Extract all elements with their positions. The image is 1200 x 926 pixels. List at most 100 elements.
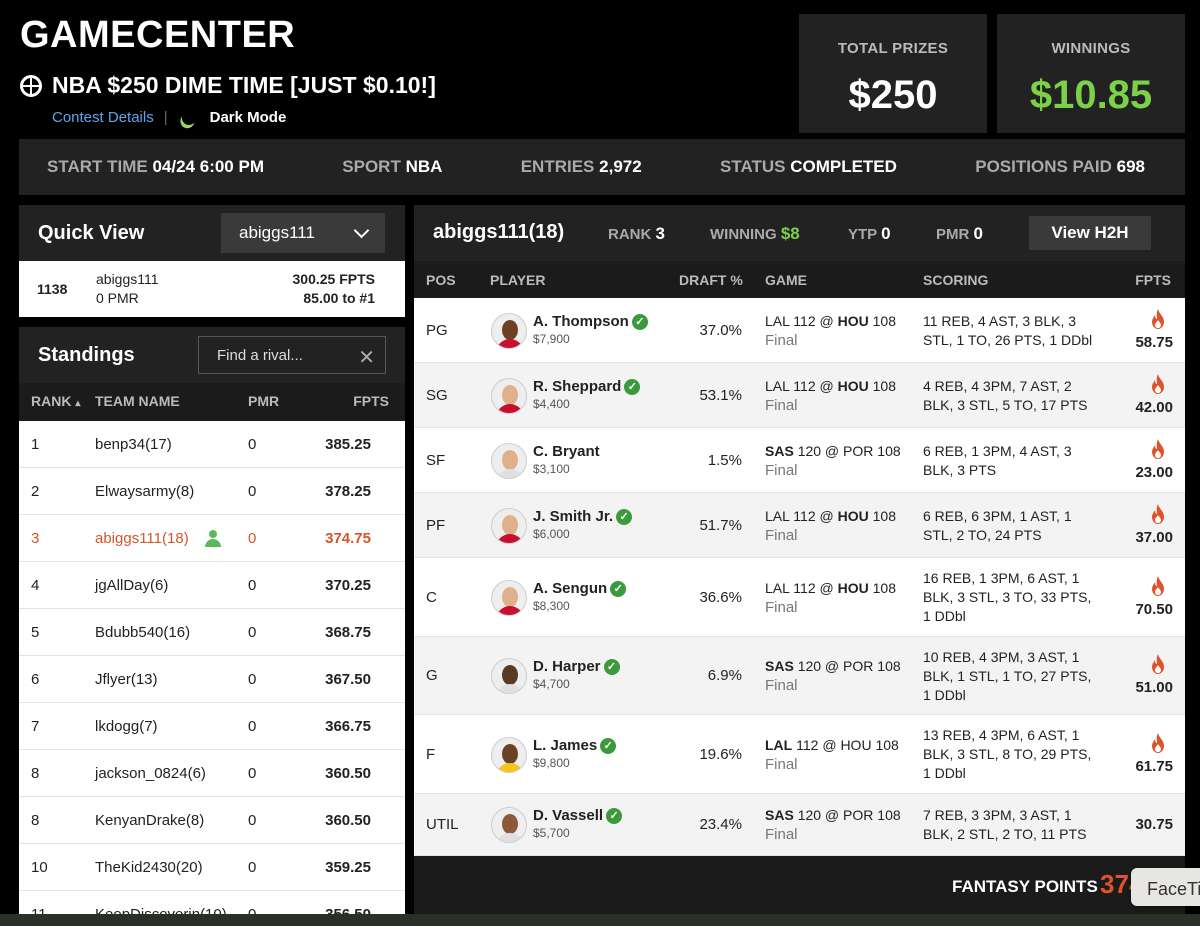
standings-fpts: 385.25 [325, 436, 371, 453]
standings-rank: 7 [31, 718, 40, 735]
lineup-winning: WINNING $8 [710, 224, 800, 243]
winnings-card: WINNINGS $10.85 [997, 14, 1185, 133]
player-fpts: 70.50 [1135, 600, 1173, 618]
player-fpts: 30.75 [1135, 816, 1173, 833]
rival-search-input[interactable]: Find a rival... ✕ [198, 336, 386, 374]
standings-fpts: 366.75 [325, 718, 371, 735]
player-name[interactable]: C. Bryant [533, 443, 600, 460]
player-game: LAL 112 @ HOU 108 [765, 377, 896, 394]
player-draft-pct: 36.6% [699, 588, 742, 606]
player-name[interactable]: J. Smith Jr. ✓ [533, 508, 633, 525]
col-game: GAME [765, 272, 807, 288]
game-status: Final [765, 461, 798, 479]
standings-row[interactable]: 4 jgAllDay(6) 0 370.25 [19, 562, 405, 609]
player-pos: PF [426, 516, 446, 534]
player-fpts: 37.00 [1135, 528, 1173, 546]
lineup-row[interactable]: F L. James ✓ $9,800 19.6% LAL 112 @ HOU 108 Fi… [414, 715, 1185, 794]
dark-mode-toggle[interactable]: Dark Mode [210, 109, 287, 126]
standings-row[interactable]: 1 benp34(17) 0 385.25 [19, 421, 405, 468]
player-pos: G [426, 667, 438, 684]
standings-title: Standings [38, 343, 135, 366]
view-h2h-button[interactable]: View H2H [1029, 216, 1151, 250]
rival-search-placeholder: Find a rival... [217, 346, 303, 364]
chevron-down-icon [353, 222, 370, 239]
player-salary: $8,300 [533, 598, 570, 613]
player-game: SAS 120 @ POR 108 [765, 807, 901, 823]
player-fpts: 61.75 [1135, 757, 1173, 775]
standings-row[interactable]: 8 jackson_0824(6) 0 360.50 [19, 750, 405, 797]
contest-details-link[interactable]: Contest Details [52, 109, 154, 126]
lineup-row[interactable]: C A. Sengun ✓ $8,300 36.6% LAL 112 @ HOU 108 F… [414, 558, 1185, 637]
quick-view-summary[interactable]: 1138 abiggs111 0 PMR 300.25 FPTS 85.00 t… [19, 261, 405, 317]
player-avatar [491, 736, 527, 773]
standings-rank: 6 [31, 671, 40, 688]
link-separator: | [163, 109, 168, 126]
verified-check-icon: ✓ [600, 737, 617, 754]
fire-icon [1152, 732, 1164, 753]
player-salary: $9,800 [533, 755, 570, 770]
col-rank[interactable]: RANK ▴ [31, 393, 80, 409]
fantasy-points-footer: FANTASY POINTS 374 [414, 856, 1185, 914]
player-avatar [491, 507, 527, 544]
player-name[interactable]: D. Vassell ✓ [533, 807, 623, 824]
standings-row[interactable]: 10 TheKid2430(20) 0 359.25 [19, 844, 405, 891]
background-strip [0, 914, 1200, 926]
start-time-stat: START TIME 04/24 6:00 PM [47, 157, 264, 176]
player-pos: SG [426, 386, 448, 404]
player-name[interactable]: L. James ✓ [533, 737, 617, 754]
player-scoring: 16 REB, 1 3PM, 6 AST, 1 BLK, 3 STL, 3 TO,… [923, 570, 1092, 624]
quick-view-title: Quick View [38, 221, 145, 244]
user-icon [205, 530, 221, 548]
standings-row[interactable]: 7 lkdogg(7) 0 366.75 [19, 703, 405, 750]
lineup-row[interactable]: PG A. Thompson ✓ $7,900 37.0% LAL 112 @ HOU 1… [414, 298, 1185, 363]
player-name[interactable]: A. Thompson ✓ [533, 313, 648, 330]
standings-team: KenyanDrake(8) [95, 812, 205, 829]
standings-column-header: RANK ▴ TEAM NAME PMR FPTS [19, 383, 405, 421]
player-game: LAL 112 @ HOU 108 [765, 736, 899, 753]
standings-row[interactable]: 5 Bdubb540(16) 0 368.75 [19, 609, 405, 656]
standings-fpts: 368.75 [325, 624, 371, 641]
standings-fpts: 374.75 [325, 530, 371, 547]
player-salary: $4,400 [533, 396, 570, 411]
standings-team: jgAllDay(6) [95, 577, 169, 594]
standings-row[interactable]: 2 Elwaysarmy(8) 0 378.25 [19, 468, 405, 515]
player-name[interactable]: D. Harper ✓ [533, 658, 620, 675]
winnings-label: WINNINGS [1051, 40, 1131, 57]
standings-rank: 8 [31, 765, 40, 782]
standings-pmr: 0 [248, 718, 257, 735]
player-salary: $3,100 [533, 461, 570, 476]
lineup-row[interactable]: UTIL D. Vassell ✓ $5,700 23.4% SAS 120 @ POR … [414, 794, 1185, 856]
winnings-value: $10.85 [1029, 73, 1153, 117]
user-select-dropdown[interactable]: abiggs111 [221, 213, 385, 253]
standings-pmr: 0 [248, 671, 257, 688]
lineup-row[interactable]: SF C. Bryant $3,100 1.5% SAS 120 @ POR 108 Fi… [414, 428, 1185, 493]
standings-row[interactable]: 3 abiggs111(18) 0 374.75 [19, 515, 405, 562]
verified-check-icon: ✓ [624, 378, 641, 395]
clear-icon[interactable]: ✕ [358, 345, 375, 370]
lineup-row[interactable]: G D. Harper ✓ $4,700 6.9% SAS 120 @ POR 108 Fi… [414, 637, 1185, 715]
verified-check-icon: ✓ [606, 808, 623, 824]
standings-row[interactable]: 6 Jflyer(13) 0 367.50 [19, 656, 405, 703]
standings-rank: 1 [31, 436, 40, 453]
col-team-name: TEAM NAME [95, 393, 180, 409]
player-game: SAS 120 @ POR 108 [765, 442, 901, 459]
player-pos: F [426, 745, 436, 763]
player-draft-pct: 37.0% [699, 321, 742, 339]
player-name[interactable]: R. Sheppard ✓ [533, 378, 641, 395]
standings-row[interactable]: 8 KenyanDrake(8) 0 360.50 [19, 797, 405, 844]
lineup-row[interactable]: PF J. Smith Jr. ✓ $6,000 51.7% LAL 112 @ HOU … [414, 493, 1185, 558]
standings-team: lkdogg(7) [95, 718, 158, 735]
col-player: PLAYER [490, 272, 546, 288]
facetime-notification[interactable]: FaceTi [1131, 868, 1200, 906]
status-stat: STATUS COMPLETED [719, 157, 897, 176]
standings-fpts: 367.50 [325, 671, 371, 688]
standings-rank: 4 [31, 577, 40, 594]
col-draft: DRAFT % [679, 272, 743, 288]
total-prizes-label: TOTAL PRIZES [837, 40, 949, 57]
lineup-row[interactable]: SG R. Sheppard ✓ $4,400 53.1% LAL 112 @ HOU 1… [414, 363, 1185, 428]
total-prizes-value: $250 [848, 73, 938, 117]
standings-fpts: 370.25 [325, 577, 371, 594]
player-pos: UTIL [426, 816, 459, 833]
player-name[interactable]: A. Sengun ✓ [533, 580, 627, 597]
moon-icon[interactable] [179, 108, 198, 127]
